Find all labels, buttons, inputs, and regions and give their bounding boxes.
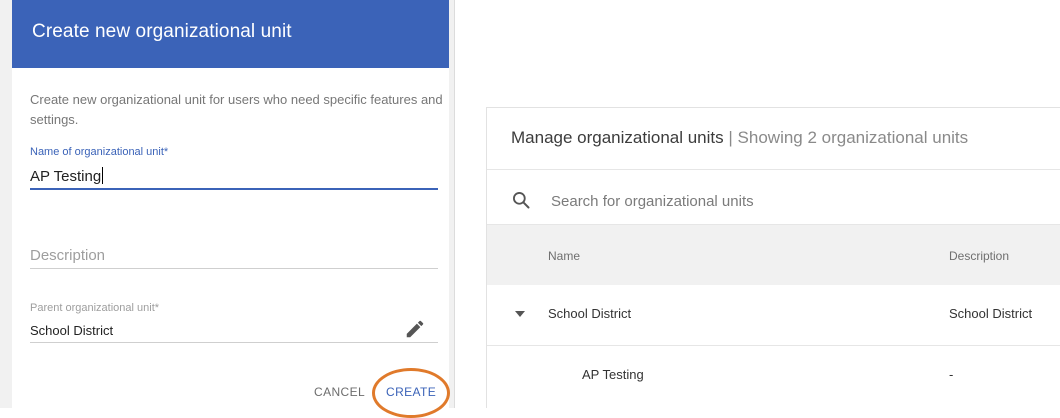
dialog-description-text: Create new organizational unit for users… — [30, 92, 443, 127]
search-icon-graphic — [513, 192, 530, 209]
search-input[interactable] — [551, 188, 1031, 214]
panel-title: Manage organizational units | Showing 2 … — [511, 128, 968, 148]
manage-ou-panel: Manage organizational units | Showing 2 … — [486, 107, 1060, 408]
pencil-icon[interactable] — [404, 318, 426, 340]
search-icon[interactable] — [511, 190, 531, 210]
column-header-name[interactable]: Name — [548, 249, 580, 263]
dialog-title: Create new organizational unit — [32, 21, 292, 42]
column-header-description[interactable]: Description — [949, 249, 1009, 263]
pencil-icon-graphic — [406, 320, 424, 338]
ou-description-cell: - — [949, 367, 954, 382]
table-row[interactable]: School District School District — [487, 285, 1060, 345]
panel-title-main: Manage organizational units — [511, 128, 724, 147]
dialog-header: Create new organizational unit — [12, 0, 449, 68]
description-input-underline — [30, 268, 438, 269]
text-caret — [102, 167, 104, 184]
parent-field-value: School District — [30, 323, 114, 338]
ou-description-cell: School District — [949, 306, 1033, 321]
table-row[interactable]: AP Testing - — [487, 346, 1060, 406]
cancel-button[interactable]: CANCEL — [314, 385, 365, 399]
table-header: Name Description — [487, 225, 1060, 285]
parent-field-underline — [30, 342, 438, 343]
name-input-value: AP Testing — [30, 168, 102, 185]
caret-down-icon[interactable] — [514, 309, 526, 319]
name-input[interactable]: AP Testing — [30, 167, 104, 185]
description-input[interactable]: Description — [30, 247, 105, 264]
ou-name-cell: School District — [548, 306, 632, 321]
parent-field-label: Parent organizational unit* — [30, 302, 160, 314]
name-field-label: Name of organizational unit* — [30, 146, 169, 158]
create-button[interactable]: CREATE — [386, 385, 436, 399]
ou-name-cell: AP Testing — [582, 367, 644, 382]
name-input-underline — [30, 188, 438, 190]
create-ou-dialog: Create new organizational unit Create ne… — [0, 0, 455, 418]
unit-count-text: Showing 2 organizational units — [737, 128, 969, 147]
divider — [487, 169, 1060, 170]
title-separator: | — [728, 128, 733, 147]
dialog-body: Create new organizational unit Create ne… — [12, 0, 449, 408]
caret-down-icon-graphic — [515, 311, 525, 317]
